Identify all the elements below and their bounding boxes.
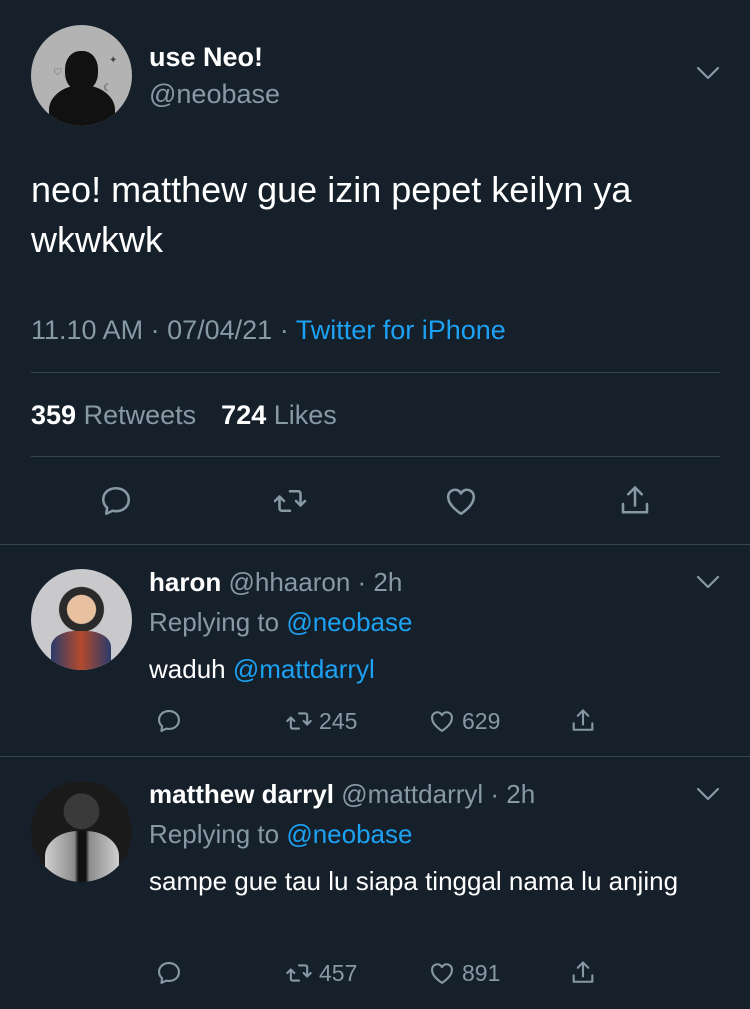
- divider: [31, 456, 720, 457]
- display-name[interactable]: matthew darryl: [149, 779, 334, 809]
- share-button[interactable]: [617, 483, 653, 519]
- like-count: 891: [462, 959, 501, 986]
- meta-separator: ·: [483, 779, 507, 809]
- reply-header: matthew darryl @mattdarryl · 2h: [149, 779, 535, 810]
- avatar[interactable]: ♡ ✦ ☾: [31, 25, 132, 126]
- retweet-button[interactable]: [272, 483, 308, 519]
- retweet-count: 359: [31, 400, 77, 430]
- tweet-source-link[interactable]: Twitter for iPhone: [296, 315, 506, 345]
- reply-age: 2h: [506, 779, 536, 809]
- tweet-text: neo! matthew gue izin pepet keilyn ya wk…: [31, 169, 632, 260]
- reply-header: haron @hhaaron · 2h: [149, 567, 402, 598]
- reply-text-body: waduh: [149, 654, 226, 684]
- retweets-stat[interactable]: 359 Retweets: [31, 400, 196, 430]
- heart-doodle-icon: ♡: [53, 67, 62, 78]
- reply-age: 2h: [373, 567, 403, 597]
- like-button[interactable]: 891: [428, 959, 500, 987]
- reply-icon: [158, 710, 180, 732]
- reply-button[interactable]: [155, 959, 189, 987]
- reply-icon: [101, 486, 131, 516]
- reply-button[interactable]: [155, 707, 189, 735]
- retweet-icon: [273, 489, 307, 513]
- meta-separator: ·: [279, 315, 296, 345]
- retweet-icon: [286, 712, 312, 730]
- sparkle-icon: ✦: [109, 55, 118, 66]
- reply-icon: [158, 962, 180, 984]
- like-button[interactable]: [443, 483, 479, 519]
- retweet-icon: [286, 964, 312, 982]
- likes-stat[interactable]: 724 Likes: [221, 400, 337, 430]
- main-tweet: ♡ ✦ ☾ use Neo! @neobase neo! matthew gue…: [0, 0, 750, 545]
- retweet-button[interactable]: 245: [285, 707, 357, 735]
- like-count: 629: [462, 707, 501, 734]
- retweets-label: Retweets: [83, 400, 197, 430]
- share-icon: [572, 961, 594, 983]
- reply-button[interactable]: [98, 483, 134, 519]
- user-handle[interactable]: @hhaaron: [228, 567, 350, 597]
- replying-to-link[interactable]: @neobase: [286, 607, 412, 637]
- reply-tweet[interactable]: matthew darryl @mattdarryl · 2h Replying…: [0, 757, 750, 1009]
- avatar-shirt: [51, 631, 111, 670]
- meta-separator: ·: [150, 315, 168, 345]
- retweet-button[interactable]: 457: [285, 959, 357, 987]
- replying-label: Replying to: [149, 607, 280, 637]
- replying-to-link[interactable]: @neobase: [286, 819, 412, 849]
- like-button[interactable]: 629: [428, 707, 500, 735]
- meta-separator: ·: [350, 567, 374, 597]
- reply-text: waduh @mattdarryl: [149, 650, 709, 688]
- replying-to: Replying to @neobase: [149, 607, 412, 638]
- share-icon: [621, 486, 649, 514]
- avatar[interactable]: [31, 569, 132, 670]
- moon-doodle-icon: ☾: [103, 83, 112, 94]
- avatar[interactable]: [31, 781, 132, 882]
- divider: [31, 372, 720, 373]
- user-handle[interactable]: @neobase: [149, 79, 280, 110]
- avatar-jacket: [45, 831, 119, 882]
- display-name[interactable]: haron: [149, 567, 221, 597]
- chevron-down-icon[interactable]: [696, 66, 720, 86]
- like-icon: [431, 963, 453, 984]
- reply-text: sampe gue tau lu siapa tinggal nama lu a…: [149, 866, 679, 896]
- display-name[interactable]: use Neo!: [149, 42, 263, 73]
- retweet-count: 245: [319, 707, 358, 734]
- replying-label: Replying to: [149, 819, 280, 849]
- like-count: 724: [221, 400, 267, 430]
- retweet-count: 457: [319, 959, 358, 986]
- tweet-stats: 359 Retweets 724 Likes: [31, 400, 337, 431]
- share-button[interactable]: [569, 959, 603, 987]
- replying-to: Replying to @neobase: [149, 819, 412, 850]
- chevron-down-icon[interactable]: [696, 575, 720, 595]
- mention-link[interactable]: @mattdarryl: [233, 654, 375, 684]
- share-icon: [572, 709, 594, 731]
- tweet-meta: 11.10 AM · 07/04/21 · Twitter for iPhone: [31, 315, 506, 346]
- reply-tweet[interactable]: haron @hhaaron · 2h Replying to @neobase…: [0, 545, 750, 756]
- tweet-date: 07/04/21: [167, 315, 273, 345]
- share-button[interactable]: [569, 707, 603, 735]
- like-icon: [431, 711, 453, 732]
- chevron-down-icon[interactable]: [696, 787, 720, 807]
- likes-label: Likes: [273, 400, 337, 430]
- like-icon: [446, 488, 476, 516]
- tweet-time: 11.10 AM: [31, 315, 144, 345]
- user-handle[interactable]: @mattdarryl: [341, 779, 483, 809]
